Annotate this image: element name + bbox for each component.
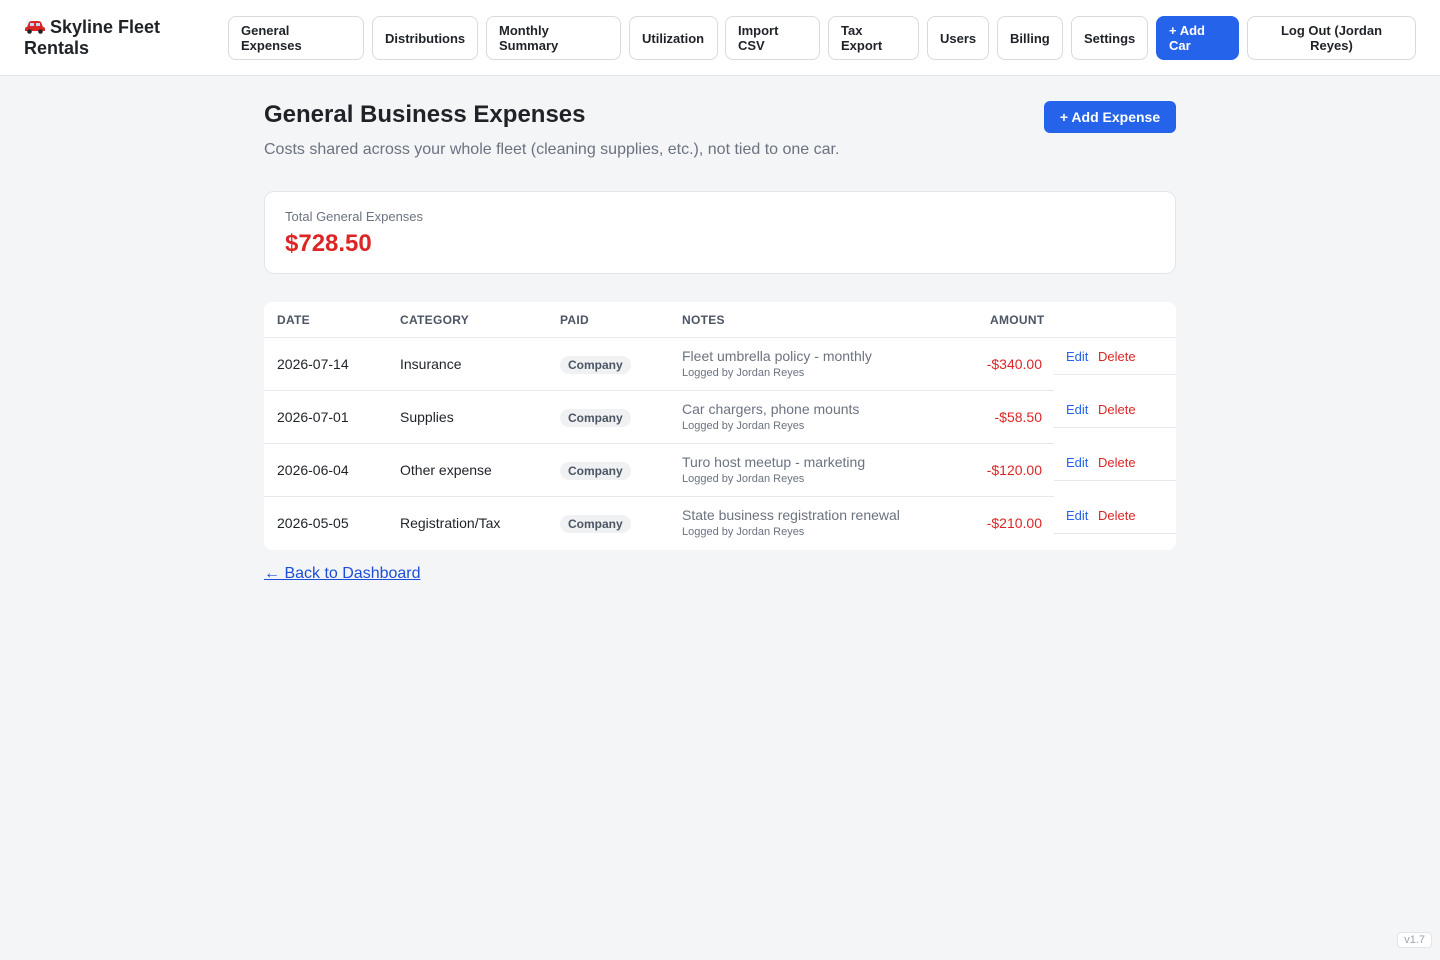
row-logged-by: Logged by Jordan Reyes — [682, 367, 805, 379]
row-divider — [1054, 480, 1176, 481]
total-summary-card: Total General Expenses $728.50 — [264, 191, 1176, 274]
edit-button[interactable]: Edit — [1066, 402, 1088, 417]
row-category: Other expense — [400, 462, 492, 478]
table-row: 2026-07-14 Insurance Company Fleet umbre… — [264, 338, 1176, 391]
delete-button[interactable]: Delete — [1098, 402, 1136, 417]
column-header-notes: Notes — [682, 313, 725, 327]
row-divider — [1054, 533, 1176, 534]
row-note: State business registration renewal — [682, 507, 900, 523]
nav-utilization[interactable]: Utilization — [629, 16, 718, 60]
edit-button[interactable]: Edit — [1066, 349, 1088, 364]
row-date: 2026-07-14 — [277, 356, 349, 372]
delete-button[interactable]: Delete — [1098, 455, 1136, 470]
table-row: 2026-05-05 Registration/Tax Company Stat… — [264, 497, 1176, 550]
car-icon — [25, 21, 45, 34]
version-badge: v1.7 — [1397, 932, 1432, 948]
paid-badge: Company — [560, 356, 631, 374]
expenses-table: Date Category Paid Notes Amount 2026-07-… — [264, 302, 1176, 550]
nav-monthly-summary[interactable]: Monthly Summary — [486, 16, 621, 60]
row-amount: -$210.00 — [986, 515, 1042, 531]
row-logged-by: Logged by Jordan Reyes — [682, 526, 805, 538]
row-logged-by: Logged by Jordan Reyes — [682, 473, 805, 485]
delete-button[interactable]: Delete — [1098, 508, 1136, 523]
total-label: Total General Expenses — [285, 209, 424, 224]
table-row: 2026-06-04 Other expense Company Turo ho… — [264, 444, 1176, 497]
row-date: 2026-05-05 — [277, 515, 349, 531]
row-amount: -$120.00 — [986, 462, 1042, 478]
row-note: Fleet umbrella policy - monthly — [682, 348, 872, 364]
row-divider — [1054, 427, 1176, 428]
row-divider — [1054, 374, 1176, 375]
brand-name-line2: Rentals — [24, 38, 90, 58]
paid-badge: Company — [560, 462, 631, 480]
row-category: Supplies — [400, 409, 454, 425]
edit-button[interactable]: Edit — [1066, 508, 1088, 523]
table-row: 2026-07-01 Supplies Company Car chargers… — [264, 391, 1176, 444]
edit-button[interactable]: Edit — [1066, 455, 1088, 470]
column-header-category: Category — [400, 313, 470, 327]
top-navigation-bar: Skyline Fleet Rentals General Expenses D… — [0, 0, 1440, 76]
nav-users[interactable]: Users — [927, 16, 989, 60]
nav-tax-export[interactable]: Tax Export — [828, 16, 919, 60]
column-header-amount: Amount — [990, 313, 1045, 327]
nav-distributions[interactable]: Distributions — [372, 16, 478, 60]
nav-settings[interactable]: Settings — [1071, 16, 1148, 60]
brand-name-line1: Skyline Fleet — [50, 17, 161, 37]
nav-billing[interactable]: Billing — [997, 16, 1063, 60]
page-title: General Business Expenses — [264, 101, 586, 128]
row-date: 2026-06-04 — [277, 462, 349, 478]
row-note: Turo host meetup - marketing — [682, 454, 866, 470]
row-amount: -$340.00 — [986, 356, 1042, 372]
column-header-paid: Paid — [560, 313, 589, 327]
row-logged-by: Logged by Jordan Reyes — [682, 420, 805, 432]
delete-button[interactable]: Delete — [1098, 349, 1136, 364]
paid-badge: Company — [560, 409, 631, 427]
row-category: Registration/Tax — [400, 515, 501, 531]
total-value: $728.50 — [285, 230, 372, 257]
add-expense-button[interactable]: + Add Expense — [1044, 101, 1176, 133]
row-amount: -$58.50 — [994, 409, 1042, 425]
row-note: Car chargers, phone mounts — [682, 401, 860, 417]
back-to-dashboard-link[interactable]: ← Back to Dashboard — [264, 565, 421, 583]
paid-badge: Company — [560, 515, 631, 533]
brand-logo[interactable]: Skyline Fleet Rentals — [24, 17, 214, 59]
row-date: 2026-07-01 — [277, 409, 349, 425]
column-header-date: Date — [277, 313, 310, 327]
page-subtitle: Costs shared across your whole fleet (cl… — [264, 141, 840, 158]
nav-import-csv[interactable]: Import CSV — [725, 16, 820, 60]
logout-button[interactable]: Log Out (Jordan Reyes) — [1247, 16, 1416, 60]
add-car-button[interactable]: + Add Car — [1156, 16, 1239, 60]
row-category: Insurance — [400, 356, 462, 372]
nav-general-expenses[interactable]: General Expenses — [228, 16, 364, 60]
